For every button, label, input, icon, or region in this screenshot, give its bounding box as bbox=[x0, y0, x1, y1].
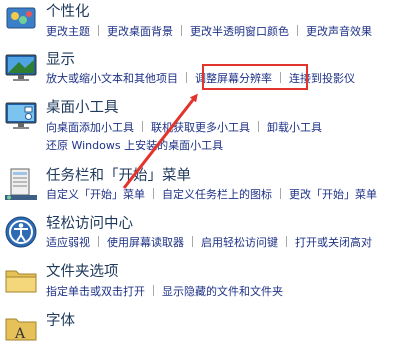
separator bbox=[192, 236, 193, 247]
desktop-gadgets-links: 向桌面添加小工具 联机获取更多小工具 卸载小工具 bbox=[46, 121, 322, 135]
link-get-more-gadgets-online[interactable]: 联机获取更多小工具 bbox=[151, 121, 250, 134]
desktop-gadgets-title[interactable]: 桌面小工具 bbox=[46, 99, 119, 117]
link-change-window-color[interactable]: 更改半透明窗口颜色 bbox=[190, 25, 289, 38]
taskbar-start-menu-title[interactable]: 任务栏和「开始」菜单 bbox=[46, 167, 191, 185]
separator bbox=[153, 285, 154, 296]
highlight-box bbox=[202, 64, 308, 90]
link-show-hidden-files[interactable]: 显示隐藏的文件和文件夹 bbox=[162, 285, 283, 298]
separator bbox=[142, 121, 143, 132]
ease-of-access-links: 适应弱视 使用屏幕读取器 启用轻松访问键 打开或关闭高对 bbox=[46, 236, 372, 250]
fonts-title[interactable]: 字体 bbox=[46, 312, 75, 330]
separator bbox=[98, 236, 99, 247]
personalization-title[interactable]: 个性化 bbox=[46, 3, 90, 21]
link-uninstall-gadget[interactable]: 卸载小工具 bbox=[267, 121, 322, 134]
ease-of-access-title[interactable]: 轻松访问中心 bbox=[46, 215, 133, 233]
svg-text:A: A bbox=[14, 326, 26, 342]
annotation-arrow-icon bbox=[122, 93, 198, 189]
desktop-gadgets-icon[interactable] bbox=[3, 98, 39, 134]
personalization-icon[interactable] bbox=[3, 2, 39, 38]
separator bbox=[98, 25, 99, 36]
display-icon[interactable] bbox=[3, 50, 39, 86]
personalization-links: 更改主题 更改桌面背景 更改半透明窗口颜色 更改声音效果 bbox=[46, 25, 372, 39]
folder-options-links: 指定单击或双击打开 显示隐藏的文件和文件夹 bbox=[46, 285, 283, 299]
separator bbox=[286, 236, 287, 247]
link-toggle-high-contrast[interactable]: 打开或关闭高对 bbox=[295, 236, 372, 249]
folder-options-title[interactable]: 文件夹选项 bbox=[46, 263, 119, 281]
fonts-icon[interactable]: A bbox=[3, 310, 39, 346]
taskbar-start-menu-icon[interactable] bbox=[3, 166, 39, 202]
link-single-or-double-click[interactable]: 指定单击或双击打开 bbox=[46, 285, 145, 298]
link-change-theme[interactable]: 更改主题 bbox=[46, 25, 90, 38]
link-enable-access-keys[interactable]: 启用轻松访问键 bbox=[201, 236, 278, 249]
link-restore-gadgets[interactable]: 还原 Windows 上安装的桌面小工具 bbox=[46, 139, 223, 152]
link-customize-taskbar-icons[interactable]: 自定义任务栏上的图标 bbox=[162, 188, 272, 201]
display-title[interactable]: 显示 bbox=[46, 51, 75, 69]
link-adapt-low-vision[interactable]: 适应弱视 bbox=[46, 236, 90, 249]
link-add-gadgets[interactable]: 向桌面添加小工具 bbox=[46, 121, 134, 134]
separator bbox=[280, 188, 281, 199]
separator bbox=[297, 25, 298, 36]
link-use-screen-reader[interactable]: 使用屏幕读取器 bbox=[107, 236, 184, 249]
link-change-sound-effects[interactable]: 更改声音效果 bbox=[306, 25, 372, 38]
display-links: 放大或缩小文本和其他项目 调整屏幕分辨率 连接到投影仪 bbox=[46, 72, 355, 86]
separator bbox=[153, 188, 154, 199]
separator bbox=[186, 72, 187, 83]
link-resize-text[interactable]: 放大或缩小文本和其他项目 bbox=[46, 72, 178, 85]
ease-of-access-icon[interactable] bbox=[3, 214, 39, 250]
link-change-start-menu[interactable]: 更改「开始」菜单 bbox=[289, 188, 377, 201]
separator bbox=[258, 121, 259, 132]
desktop-gadgets-links-row2: 还原 Windows 上安装的桌面小工具 bbox=[46, 139, 223, 153]
separator bbox=[181, 25, 182, 36]
folder-options-icon[interactable] bbox=[3, 262, 39, 298]
link-change-desktop-background[interactable]: 更改桌面背景 bbox=[107, 25, 173, 38]
link-customize-start-menu[interactable]: 自定义「开始」菜单 bbox=[46, 188, 145, 201]
taskbar-start-menu-links: 自定义「开始」菜单 自定义任务栏上的图标 更改「开始」菜单 bbox=[46, 188, 377, 202]
